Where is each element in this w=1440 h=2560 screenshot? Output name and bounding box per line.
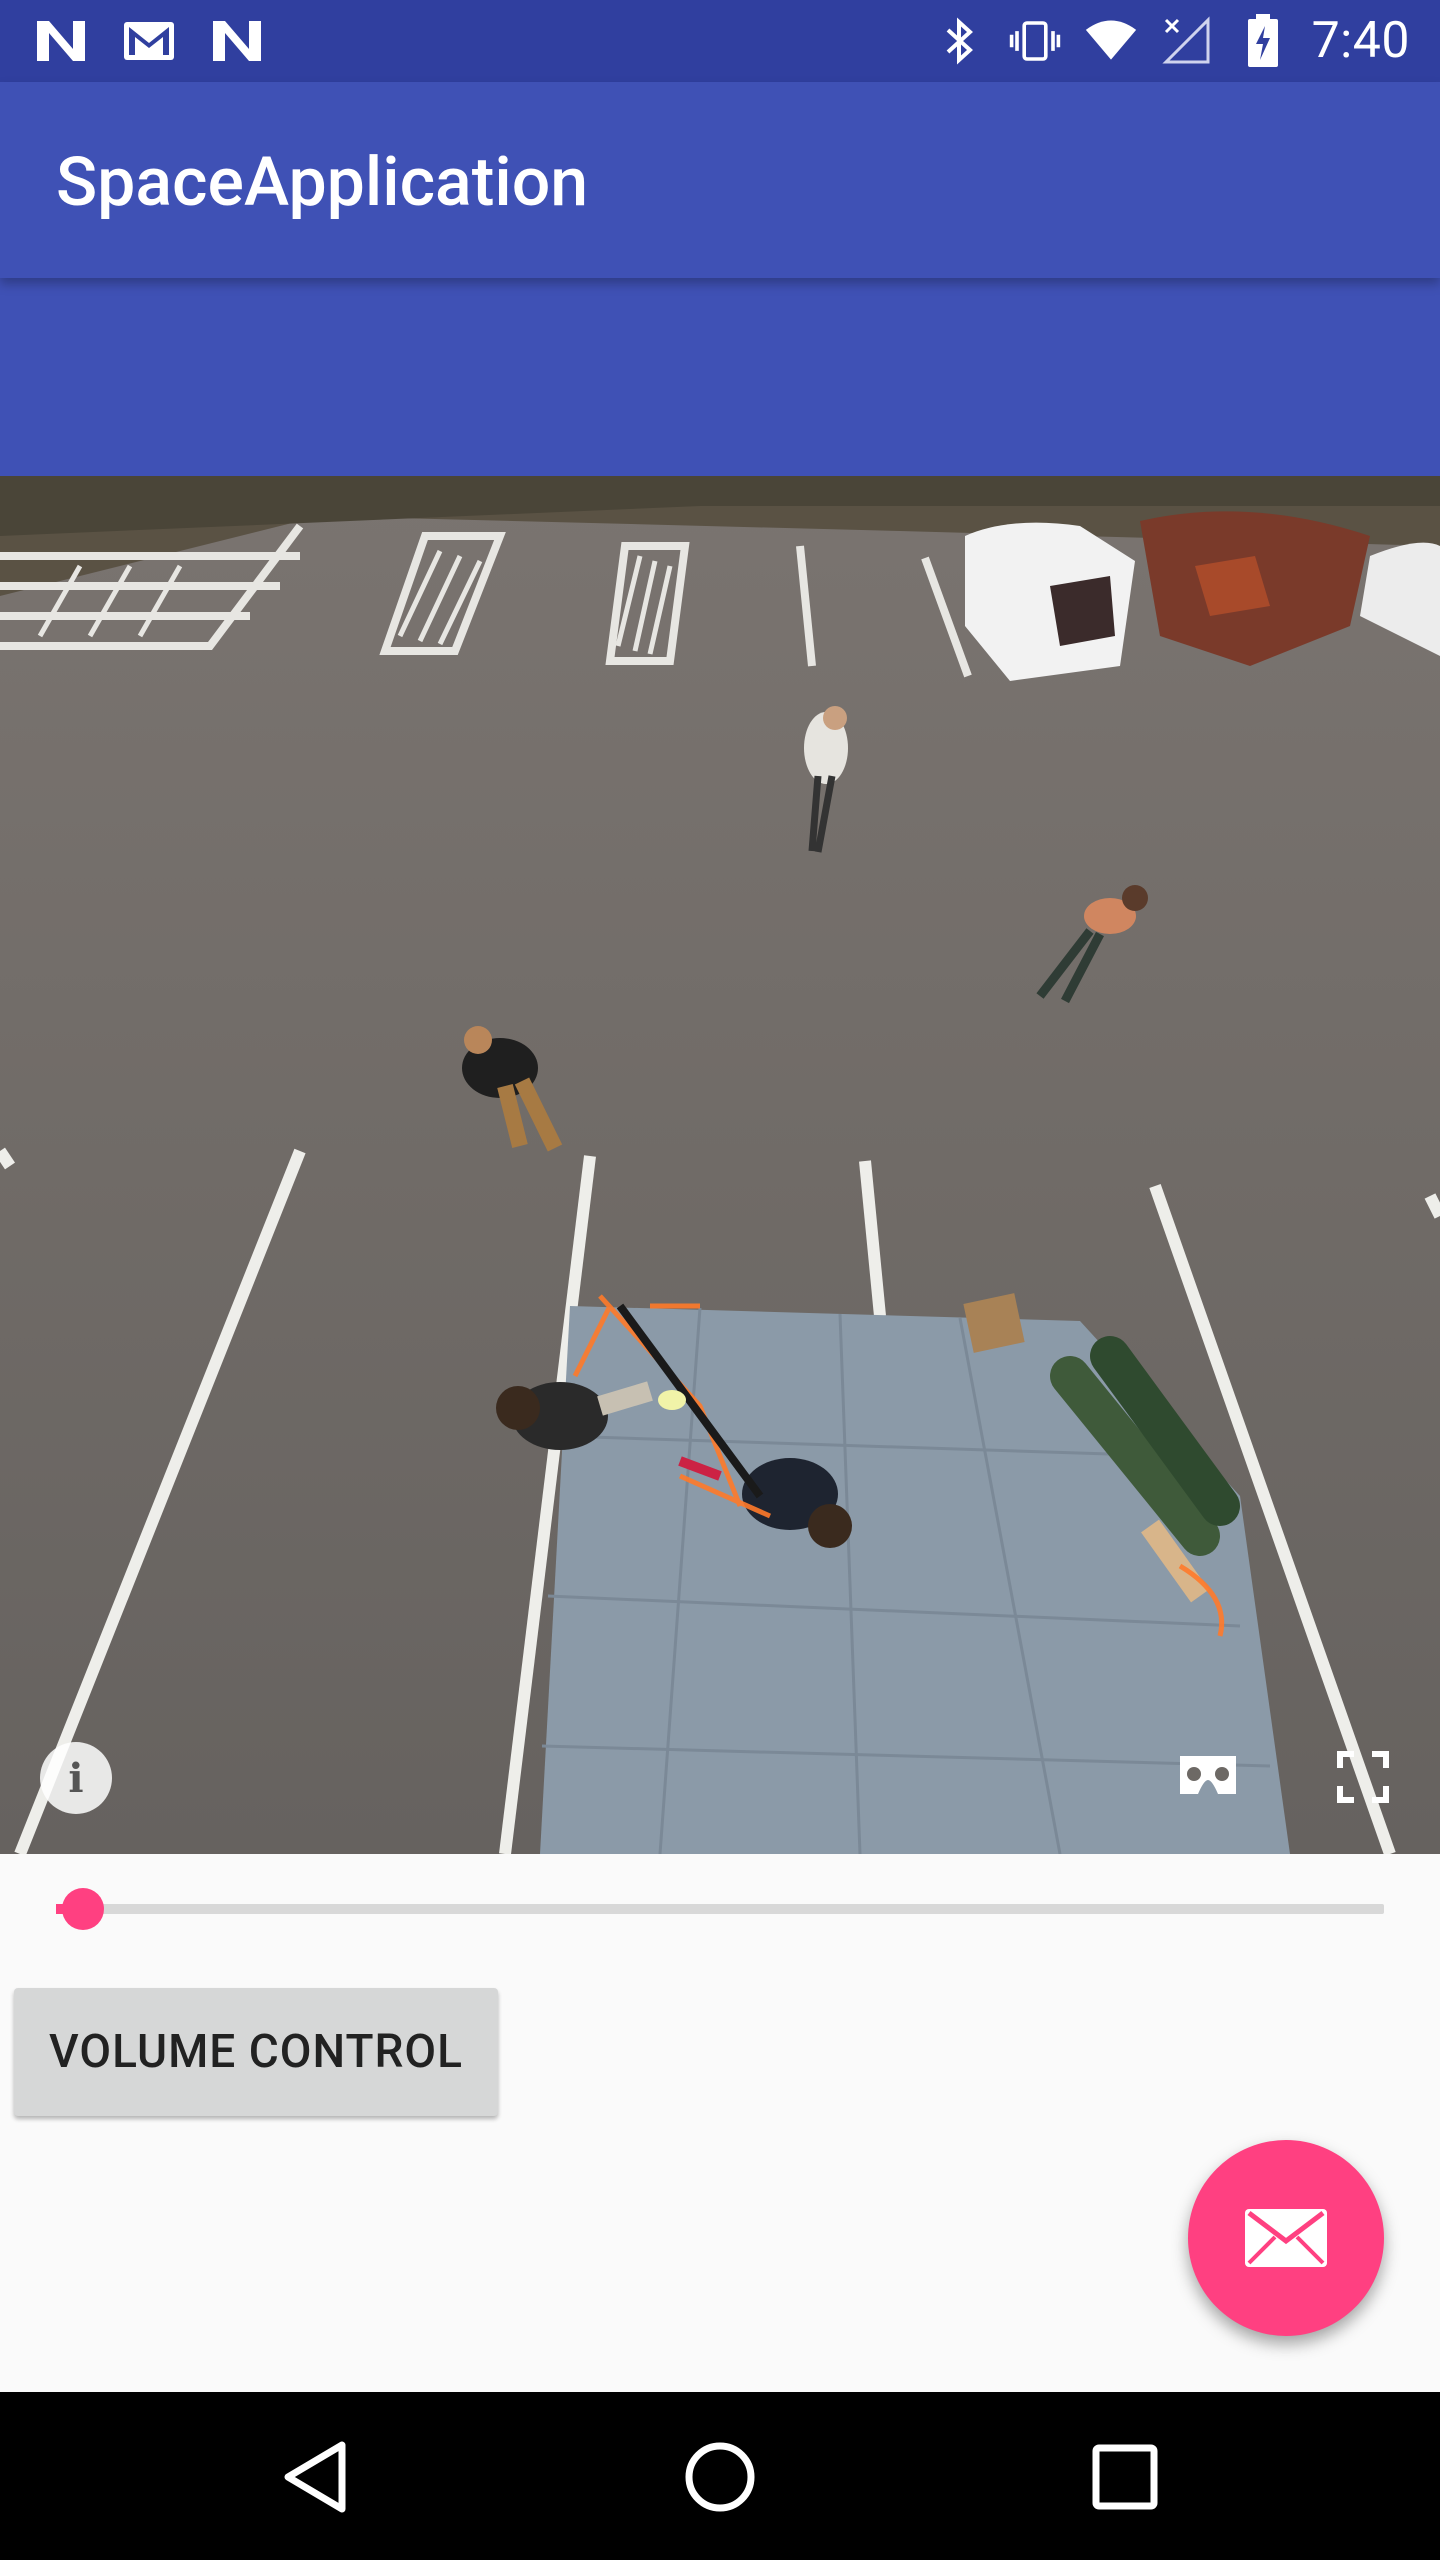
gmail-icon — [122, 14, 176, 68]
volume-control-button[interactable]: VOLUME CONTROL — [14, 1988, 498, 2116]
bluetooth-icon — [932, 14, 986, 68]
navigation-bar — [0, 2392, 1440, 2560]
app-bar: SpaceApplication — [0, 82, 1440, 278]
cardboard-vr-icon[interactable] — [1176, 1752, 1240, 1798]
vibrate-icon — [1008, 14, 1062, 68]
info-icon[interactable]: i — [40, 1742, 112, 1814]
no-signal-icon — [1160, 14, 1214, 68]
video-player[interactable]: i — [0, 476, 1440, 1854]
notification-n-icon — [34, 14, 88, 68]
app-title: SpaceApplication — [56, 142, 589, 222]
email-fab-button[interactable] — [1188, 2140, 1384, 2336]
seek-bar-thumb[interactable] — [61, 1888, 104, 1930]
home-icon[interactable] — [675, 2432, 765, 2522]
wifi-icon — [1084, 14, 1138, 68]
back-icon[interactable] — [270, 2432, 360, 2522]
notification-n-icon — [210, 14, 264, 68]
battery-icon — [1236, 14, 1290, 68]
fullscreen-icon[interactable] — [1336, 1750, 1390, 1804]
status-bar: 7:40 — [0, 0, 1440, 82]
clock: 7:40 — [1311, 12, 1410, 70]
seek-bar-track[interactable] — [56, 1904, 1384, 1914]
email-icon — [1245, 2209, 1327, 2267]
recents-icon[interactable] — [1080, 2432, 1170, 2522]
app-bar-extension — [0, 278, 1440, 476]
video-frame — [0, 476, 1440, 1854]
